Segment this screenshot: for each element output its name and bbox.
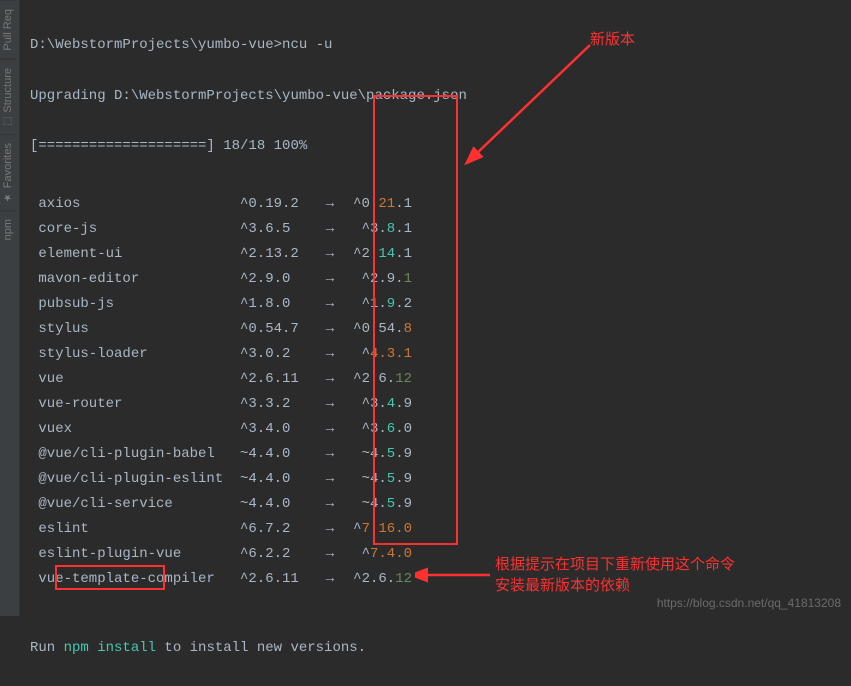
package-row: eslint-plugin-vue^6.2.2→^7.4.0 [30, 542, 841, 567]
package-row: stylus-loader^3.0.2→^4.3.1 [30, 342, 841, 367]
package-row: core-js^3.6.5→^3.8.1 [30, 217, 841, 242]
package-row: stylus^0.54.7→^0.54.8 [30, 317, 841, 342]
sidebar-pull-req[interactable]: Pull Req [0, 0, 16, 59]
package-row: eslint^6.7.2→^7.16.0 [30, 517, 841, 542]
package-row: vue-router^3.3.2→^3.4.9 [30, 392, 841, 417]
package-row: @vue/cli-service~4.4.0→~4.5.9 [30, 492, 841, 517]
package-row: vue-template-compiler^2.6.11→^2.6.12 [30, 567, 841, 592]
package-row: vuex^3.4.0→^3.6.0 [30, 417, 841, 442]
package-row: pubsub-js^1.8.0→^1.9.2 [30, 292, 841, 317]
upgrading-line: Upgrading D:\WebstormProjects\yumbo-vue\… [30, 84, 841, 109]
package-row: @vue/cli-plugin-eslint~4.4.0→~4.5.9 [30, 467, 841, 492]
terminal-output[interactable]: D:\WebstormProjects\yumbo-vue>ncu -u Upg… [20, 0, 851, 616]
ide-sidebar: Pull Req ⬚Structure ★Favorites npm [0, 0, 20, 616]
package-row: element-ui^2.13.2→^2.14.1 [30, 242, 841, 267]
package-row: mavon-editor^2.9.0→^2.9.1 [30, 267, 841, 292]
sidebar-structure[interactable]: ⬚Structure [0, 59, 16, 135]
package-row: vue^2.6.11→^2.6.12 [30, 367, 841, 392]
sidebar-favorites[interactable]: ★Favorites [0, 134, 16, 210]
sidebar-npm[interactable]: npm [0, 210, 16, 248]
watermark: https://blog.csdn.net/qq_41813208 [657, 596, 841, 610]
npm-install-cmd: npm install [64, 640, 156, 656]
run-instruction: Run npm install to install new versions. [30, 636, 841, 661]
prompt-line: D:\WebstormProjects\yumbo-vue>ncu -u [30, 33, 841, 58]
package-table: axios^0.19.2→^0.21.1 core-js^3.6.5→^3.8.… [30, 192, 841, 592]
package-row: axios^0.19.2→^0.21.1 [30, 192, 841, 217]
package-row: @vue/cli-plugin-babel~4.4.0→~4.5.9 [30, 442, 841, 467]
progress-line: [====================] 18/18 100% [30, 134, 841, 159]
